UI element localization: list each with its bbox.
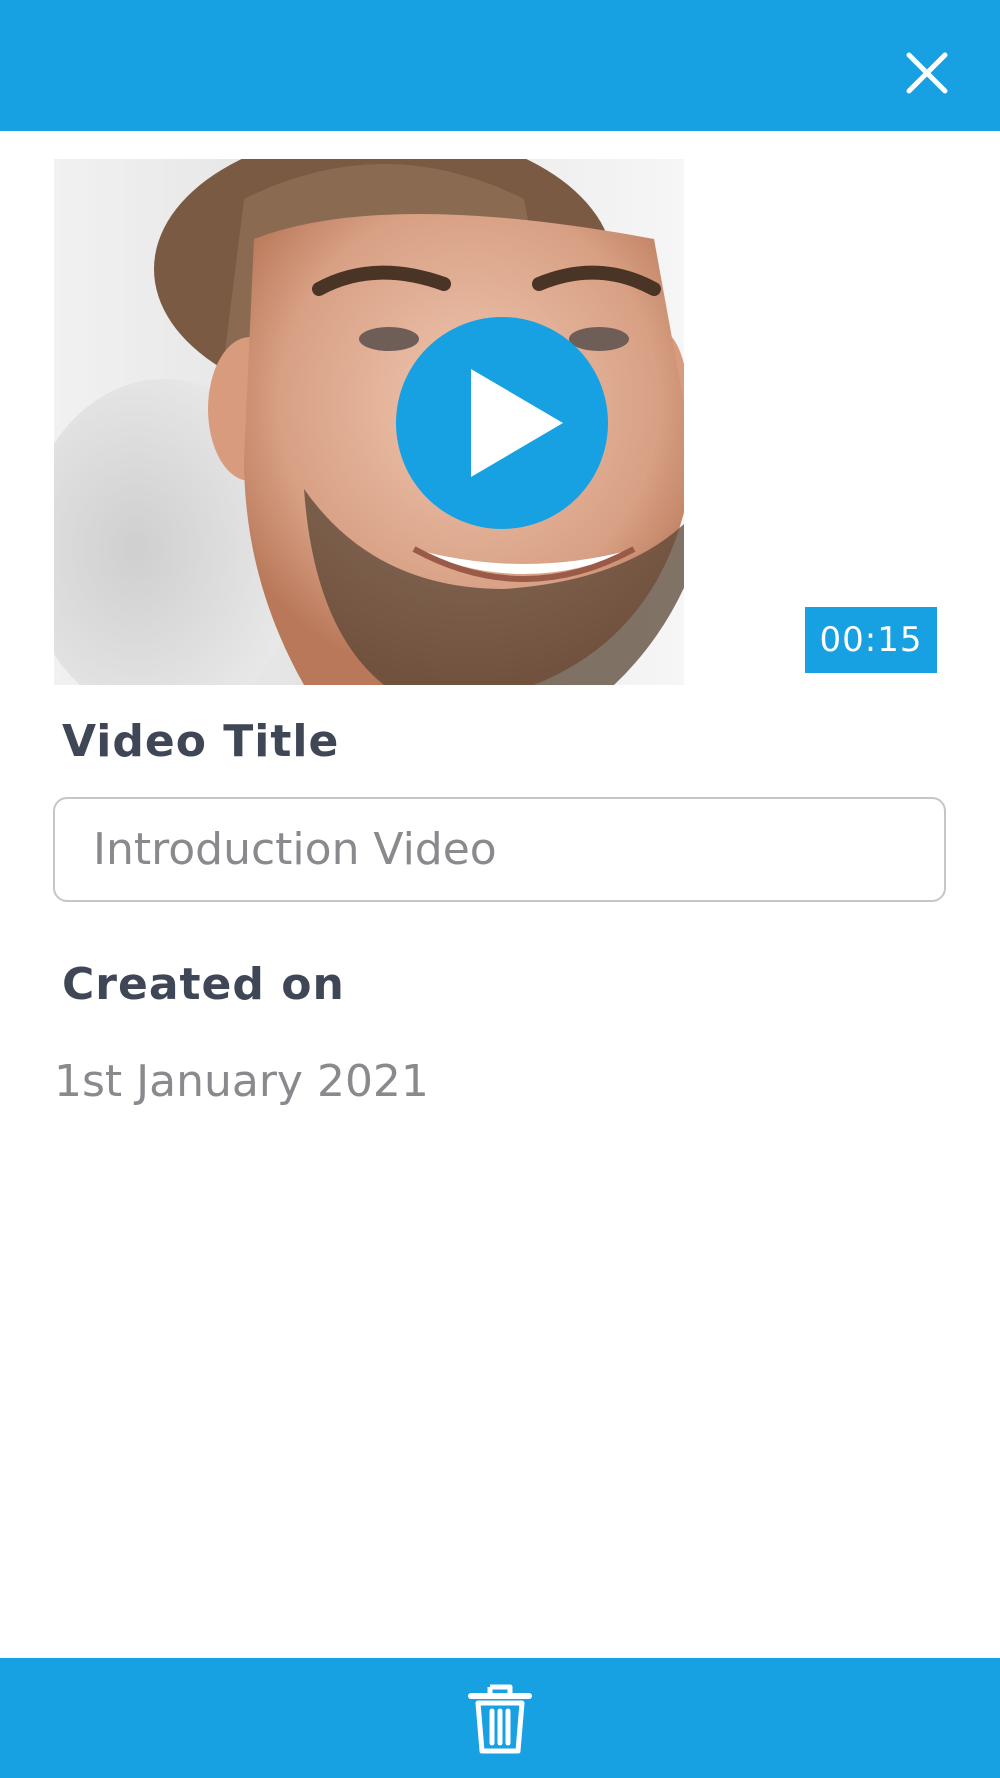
video-title-label: Video Title xyxy=(62,716,340,767)
close-icon xyxy=(906,52,948,94)
created-on-value: 1st January 2021 xyxy=(54,1056,429,1107)
delete-button[interactable] xyxy=(468,1683,532,1755)
play-button[interactable] xyxy=(396,317,608,529)
play-icon xyxy=(471,369,563,477)
video-player[interactable]: 00:15 xyxy=(54,159,937,685)
bottom-bar xyxy=(0,1658,1000,1778)
video-title-input[interactable] xyxy=(53,797,946,902)
trash-icon xyxy=(468,1684,532,1754)
close-button[interactable] xyxy=(896,46,958,100)
duration-badge: 00:15 xyxy=(805,607,937,673)
top-bar xyxy=(0,0,1000,131)
created-on-label: Created on xyxy=(62,959,345,1010)
